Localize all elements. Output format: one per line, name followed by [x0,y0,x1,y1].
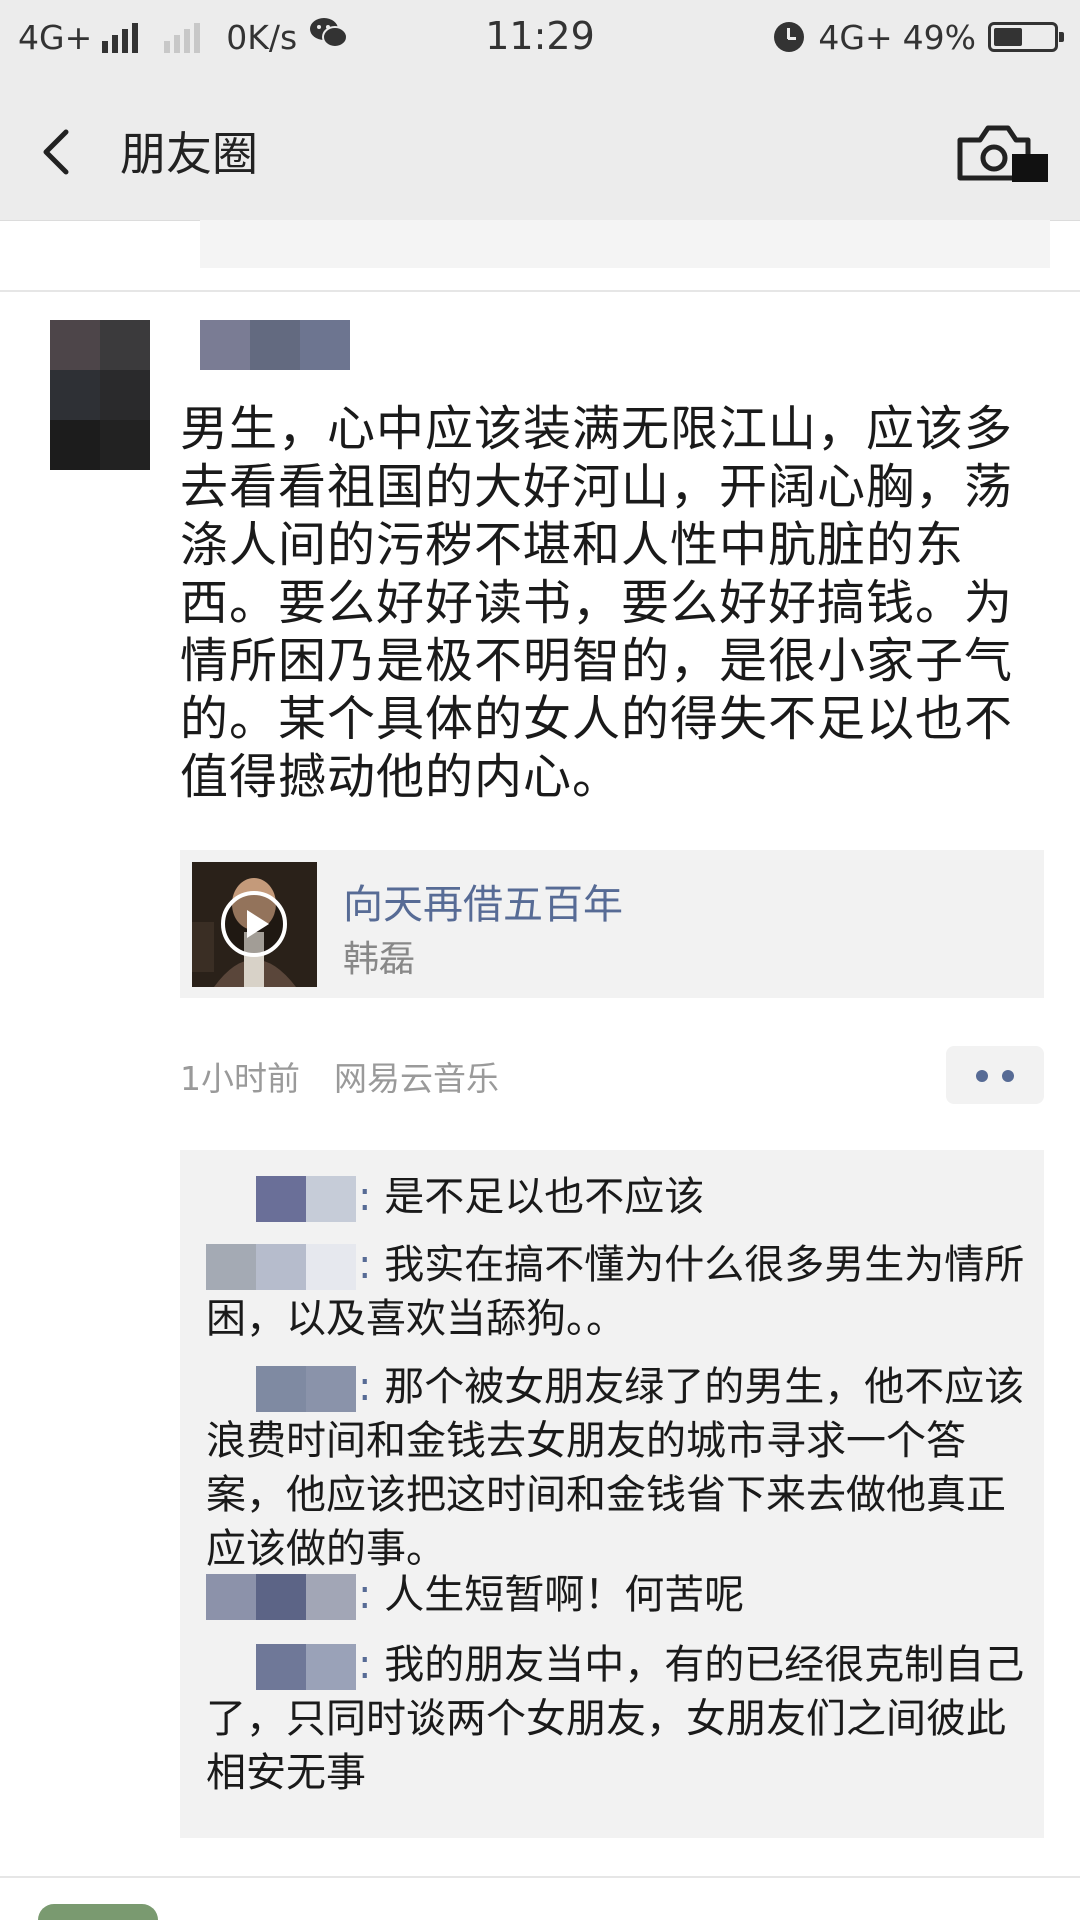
comment-item[interactable]: : 我实在搞不懂为什么很多男生为情所困，以及喜欢当舔狗。。 [206,1238,1026,1346]
page-title: 朋友圈 [120,127,258,181]
alarm-icon [774,22,805,52]
music-artist: 韩磊 [343,939,416,980]
commenter-name-blurred[interactable] [206,1366,356,1412]
post-source[interactable]: 网易云音乐 [334,1052,499,1100]
comment-item[interactable]: : 人生短暂啊！何苦呢 [206,1568,1026,1622]
author-name-blurred[interactable] [200,320,350,370]
avatar[interactable] [50,320,150,470]
commenter-name-blurred[interactable] [206,1244,356,1290]
comments-section: : 是不足以也不应该 : 我实在搞不懂为什么很多男生为情所困，以及喜欢当舔狗。。… [180,1150,1044,1838]
post-text: 男生，心中应该装满无限江山，应该多去看看祖国的大好河山，开阔心胸，荡涤人间的污秽… [180,401,1014,805]
previous-post-card [200,220,1050,268]
comment-separator: : [358,1364,372,1410]
post-time: 1小时前 [180,1059,300,1098]
more-actions-button[interactable] [946,1046,1044,1104]
album-cover [192,862,317,987]
divider [0,1876,1080,1878]
more-dots-icon [976,1070,988,1082]
network-type-right: 4G+ [818,17,893,57]
battery-icon [988,22,1064,52]
post-meta: 1小时前 网易云音乐 [180,1052,499,1100]
comment-text: 人生短暂啊！何苦呢 [371,1572,745,1618]
music-title[interactable]: 向天再借五百年 [343,872,623,930]
back-button[interactable] [30,112,90,188]
commenter-name-blurred[interactable] [206,1644,356,1690]
divider [0,290,1080,292]
comment-separator: : [358,1642,372,1688]
more-dots-icon [1002,1070,1014,1082]
comment-separator: : [358,1572,372,1618]
music-share-card[interactable]: 向天再借五百年 韩磊 [180,850,1044,998]
status-right: 4G+ 49% [774,16,1064,58]
comment-item[interactable]: : 那个被女朋友绿了的男生，他不应该浪费时间和金钱去女朋友的城市寻求一个答案，他… [206,1360,1026,1576]
nav-bar: 朋友圈 [0,80,1080,221]
battery-fill [994,28,1022,46]
chevron-left-icon [43,129,69,175]
play-icon[interactable] [219,889,289,959]
comment-item[interactable]: : 我的朋友当中，有的已经很克制自己了，只同时谈两个女朋友，女朋友们之间彼此相安… [206,1638,1026,1800]
next-post-avatar[interactable] [38,1904,158,1920]
camera-icon [957,125,1048,182]
comment-separator: : [358,1174,372,1220]
comment-item[interactable]: : 是不足以也不应该 [206,1170,1026,1224]
battery-percent: 49% [902,17,976,57]
status-bar: 4G+ 0K/s 11:29 4G+ 49% [0,0,1080,80]
comment-text: 是不足以也不应该 [371,1174,705,1220]
commenter-name-blurred[interactable] [206,1176,356,1222]
comment-separator: : [358,1242,372,1288]
commenter-name-blurred[interactable] [206,1574,356,1620]
camera-button[interactable] [950,116,1050,188]
